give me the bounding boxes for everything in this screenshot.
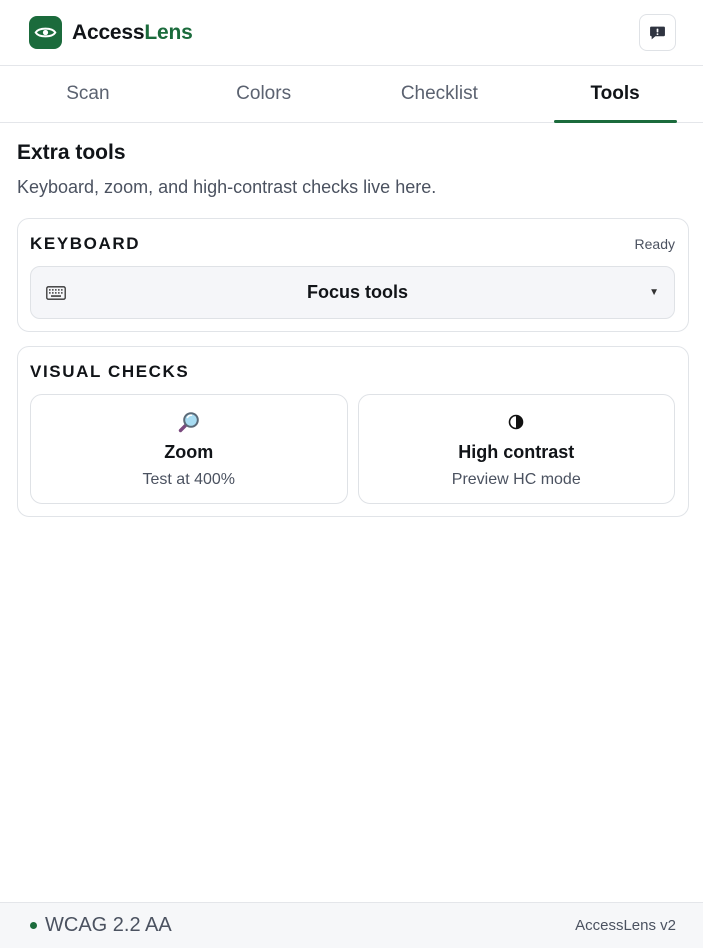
keyboard-icon — [46, 285, 66, 300]
feedback-button[interactable] — [639, 14, 676, 51]
tab-tools[interactable]: Tools — [527, 66, 703, 123]
zoom-tile-title: Zoom — [164, 441, 214, 462]
status-dot-icon — [30, 922, 37, 929]
high-contrast-tile-subtitle: Preview HC mode — [451, 470, 581, 488]
app-window: AccessLens Scan Colors Checklist Tools E… — [0, 0, 703, 948]
zoom-tile[interactable]: Zoom Test at 400% — [30, 394, 348, 504]
chevron-down-icon: ▼ — [649, 287, 659, 298]
section-title: Extra tools — [17, 141, 126, 164]
zoom-tile-subtitle: Test at 400% — [142, 470, 236, 488]
keyboard-card: KEYBOARD Ready Focus tools ▼ — [17, 218, 689, 332]
magnifier-icon — [178, 410, 200, 434]
visual-checks-card: VISUAL CHECKS Zoom Test at 400% High con… — [17, 346, 689, 517]
high-contrast-tile-title: High contrast — [458, 441, 575, 462]
tab-checklist[interactable]: Checklist — [352, 66, 528, 122]
app-title-part2: Lens — [144, 20, 193, 44]
visual-checks-title: VISUAL CHECKS — [30, 362, 190, 381]
visual-checks-header: VISUAL CHECKS — [30, 362, 675, 382]
keyboard-status: Ready — [634, 236, 675, 252]
tab-bar: Scan Colors Checklist Tools — [0, 66, 703, 123]
focus-tools-select-value: Focus tools — [307, 282, 409, 302]
tab-colors[interactable]: Colors — [176, 66, 352, 122]
app-version: AccessLens v2 — [575, 917, 676, 934]
keyboard-card-header: KEYBOARD Ready — [30, 234, 675, 254]
focus-tools-select[interactable]: Focus tools ▼ — [30, 266, 675, 319]
visual-checks-tiles: Zoom Test at 400% High contrast Preview … — [30, 394, 675, 504]
tab-scan[interactable]: Scan — [0, 66, 176, 122]
app-title: AccessLens — [72, 21, 193, 45]
app-title-part1: Access — [72, 20, 145, 44]
tools-panel: Extra tools Keyboard, zoom, and high-con… — [0, 123, 703, 517]
brand: AccessLens — [29, 16, 193, 49]
section-description: Keyboard, zoom, and high-contrast checks… — [17, 177, 437, 197]
keyboard-card-title: KEYBOARD — [30, 234, 141, 253]
feedback-icon — [650, 26, 665, 40]
wcag-standard-label: WCAG 2.2 AA — [45, 914, 172, 936]
status-footer: WCAG 2.2 AA AccessLens v2 — [0, 902, 703, 948]
eye-icon — [29, 16, 62, 49]
wcag-standard: WCAG 2.2 AA — [30, 914, 172, 937]
app-header: AccessLens — [0, 0, 703, 66]
contrast-icon — [508, 410, 524, 434]
high-contrast-tile[interactable]: High contrast Preview HC mode — [357, 394, 675, 504]
